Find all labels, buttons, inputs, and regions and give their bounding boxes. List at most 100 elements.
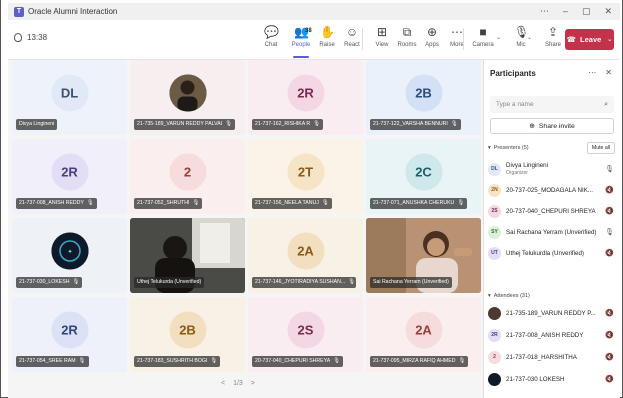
participant-tile[interactable]: 2R 21-737-162_RISHIKA R 🎙 [248, 60, 363, 135]
participant-name: 20-737-040_CHEPURI SHREYA [255, 358, 331, 364]
people-button[interactable]: 👥 38 People [288, 25, 314, 58]
participant-name-tag: 21-737-008_ANISH REDDY 🎙 [16, 198, 97, 209]
participant-tile[interactable]: Sai Rachana Yerram (Unverified) [366, 218, 481, 293]
participant-row[interactable]: 2 21-737-018_HARSHITHA 🔇 [488, 348, 618, 366]
avatar-initials: 2S [287, 311, 324, 349]
gallery-pager: < 1/3 > [221, 380, 255, 387]
share-invite-button[interactable]: ⊕ Share invite [490, 118, 614, 134]
title-bar: T Oracle Alumni Interaction ⋯ – ▢ ✕ [8, 3, 620, 20]
rooms-label: Rooms [397, 42, 417, 48]
participant-name: 21-737-008_ANISH REDDY [506, 331, 584, 339]
participant-tile[interactable]: 2T 21-737-156_NEELA TANUJ 🎙 [248, 139, 363, 214]
avatar-initials: 2 [488, 350, 501, 364]
search-placeholder: Type a name [496, 101, 534, 108]
participant-name: Divya Lingineni [506, 162, 548, 169]
participant-tile[interactable]: 2 21-737-052_SHRUTHI 🎙 [130, 139, 245, 214]
shield-icon [14, 33, 22, 42]
participant-name-block: 20-737-040_CHEPURI SHREYA [506, 208, 604, 215]
participant-name-tag: Sai Rachana Yerram (Unverified) [370, 277, 452, 288]
chevron-down-icon: ▾ [488, 293, 491, 299]
participant-tile[interactable]: 2B 21-737-122_VARSHA BENNURI 🎙 [366, 60, 481, 135]
more-button[interactable]: ⋯ More [444, 25, 470, 48]
participant-name: Divya Lingineni [19, 121, 55, 127]
rooms-button[interactable]: ⧉ Rooms [394, 25, 420, 48]
participant-row[interactable]: 2R 21-737-008_ANISH REDDY 🔇 [488, 326, 618, 344]
phone-hangup-icon: ☎ [566, 35, 577, 44]
chevron-down-icon[interactable]: ⌄ [607, 36, 612, 43]
presenters-section-header[interactable]: ▾ Presenters (5) [488, 145, 529, 151]
mic-label: Mic [516, 42, 526, 48]
view-label: View [375, 42, 389, 48]
share-button[interactable]: ⇪ Share [540, 25, 566, 48]
avatar-initials: 2R [287, 74, 324, 112]
participant-tile[interactable]: Uthej Telukurda (Unverified) [130, 218, 245, 293]
participant-name-tag: Divya Lingineni [16, 119, 58, 130]
maximize-icon[interactable]: ▢ [582, 6, 591, 17]
meeting-toolbar: 13:38 💬 Chat 👥 38 People ✋ Raise ☺ React ⊞ View ⧉ Ro… [8, 20, 620, 60]
participant-row[interactable]: 2S 20-737-040_CHEPURI SHREYA 🔇 [488, 202, 618, 220]
mic-muted-icon: 🎙 [333, 358, 341, 364]
more-options-icon[interactable]: ⋯ [588, 68, 596, 77]
participant-row[interactable]: 21-735-189_VARUN REDDY P... 🔇 [488, 304, 618, 322]
hand-icon: ✋ [320, 25, 335, 39]
pager-prev-button[interactable]: < [221, 380, 225, 387]
avatar-initials: 2B [405, 74, 442, 112]
mute-all-button[interactable]: Mute all [587, 142, 615, 154]
participant-row[interactable]: DL Divya Lingineni Organizer 🎙 [488, 160, 618, 178]
mic-muted-icon: 🎙 [72, 279, 80, 285]
view-button[interactable]: ⊞ View [369, 25, 395, 48]
mic-muted-icon: 🎙 [192, 200, 200, 206]
leave-button[interactable]: ☎ Leave ⌄ [565, 29, 614, 50]
pager-next-button[interactable]: > [251, 380, 255, 387]
close-icon[interactable]: ✕ [604, 6, 612, 17]
participant-name-tag: 21-737-162_RISHIKA R 🎙 [252, 119, 324, 130]
participant-name-tag: 21-737-071_ANUSHKA CHERUKU 🎙 [370, 198, 468, 209]
attendees-section-header[interactable]: ▾ Attendees (31) [488, 293, 530, 299]
participant-tile[interactable]: 2A 21-737-095_MIRZA RAFIQ AHMED 🎙 [366, 297, 481, 372]
raise-label: Raise [319, 42, 335, 48]
avatar-initials: 2S [488, 204, 501, 218]
participant-tile[interactable]: 2S 20-737-040_CHEPURI SHREYA 🎙 [248, 297, 363, 372]
participant-tile[interactable]: 2B 21-737-183_SUSHRITH BOGI 🎙 [130, 297, 245, 372]
mic-muted-icon: 🔇 [605, 208, 614, 215]
toolbar-divider [362, 28, 363, 50]
minimize-icon[interactable]: – [563, 6, 568, 17]
mic-muted-icon: 🔇 [605, 250, 614, 257]
mic-icon: 🎙 [605, 166, 614, 173]
participant-search-input[interactable]: Type a name ⌕ [490, 96, 614, 113]
participant-name-tag: 21-737-146_JYOTIRADIYA SUSHAN... 🎙 [252, 277, 356, 288]
chevron-down-icon[interactable]: ⌄ [527, 34, 532, 41]
close-icon[interactable]: ✕ [605, 68, 612, 77]
participant-tile[interactable]: ✦ 21-737-030_LOKESH 🎙 [12, 218, 127, 293]
participant-name-block: 21-737-008_ANISH REDDY [506, 332, 604, 339]
participant-row[interactable]: UT Uthej Telukurdla (Unverified) 🔇 [488, 244, 618, 262]
participant-name: 21-737-146_JYOTIRADIYA SUSHAN... [255, 279, 346, 285]
avatar-initials: 2 [169, 153, 206, 191]
apps-button[interactable]: ⊕ Apps [419, 25, 445, 48]
avatar-initials: SY [488, 225, 501, 239]
participant-row[interactable]: SY Sai Rachana Yerram (Unverified) 🎙 [488, 223, 618, 241]
presenters-header-label: Presenters (5) [493, 145, 529, 151]
avatar-initials: 2R [488, 328, 501, 342]
participant-tile[interactable]: DL Divya Lingineni [12, 60, 127, 135]
participant-row[interactable]: 2N 20-737-025_MODAGALA NIK... 🔇 [488, 181, 618, 199]
raise-button[interactable]: ✋ Raise [314, 25, 340, 48]
participant-tile[interactable]: 2C 21-737-071_ANUSHKA CHERUKU 🎙 [366, 139, 481, 214]
participant-tile[interactable]: 2R 21-737-054_SREE RAM 🎙 [12, 297, 127, 372]
participant-tile[interactable]: 2R 21-737-008_ANISH REDDY 🎙 [12, 139, 127, 214]
share-invite-label: Share invite [538, 122, 575, 130]
camera-button[interactable]: ■ Camera [470, 25, 496, 48]
window-controls: ⋯ – ▢ ✕ [540, 6, 612, 17]
participant-tile[interactable]: 21-735-189_VARUN REDDY PALVAI 🎙 [130, 60, 245, 135]
participant-row[interactable]: 21-737-030 LOKESH 🔇 [488, 370, 618, 388]
more-label: More [450, 42, 464, 48]
toolbar-divider [463, 28, 464, 50]
more-options-icon[interactable]: ⋯ [540, 6, 549, 17]
participant-name-block: 21-737-018_HARSHITHA [506, 354, 604, 361]
participant-name-tag: 21-737-054_SREE RAM 🎙 [16, 356, 89, 367]
chat-button[interactable]: 💬 Chat [258, 25, 284, 48]
mic-muted-icon: 🔇 [605, 310, 614, 317]
participant-tile[interactable]: 2A 21-737-146_JYOTIRADIYA SUSHAN... 🎙 [248, 218, 363, 293]
participant-role: Organizer [506, 170, 528, 176]
chevron-down-icon[interactable]: ⌄ [496, 34, 501, 41]
